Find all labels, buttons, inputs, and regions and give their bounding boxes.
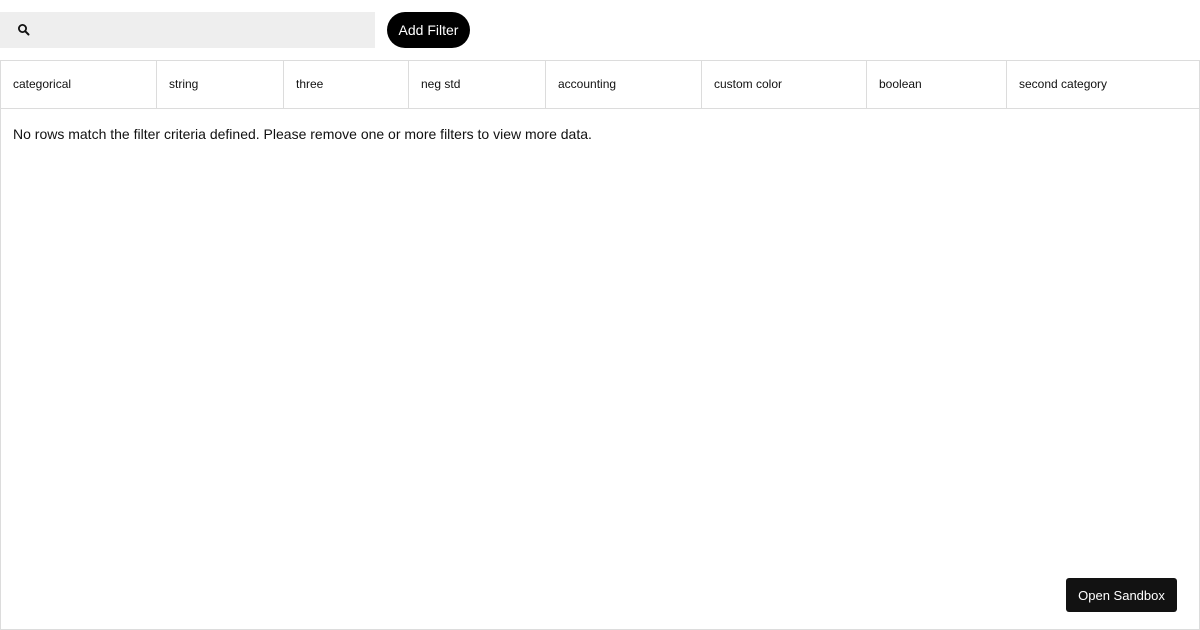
empty-state-message: No rows match the filter criteria define… xyxy=(13,126,592,142)
search-input[interactable] xyxy=(40,12,365,48)
search-icon xyxy=(18,24,30,36)
column-header-three[interactable]: three xyxy=(284,61,409,108)
search-box[interactable] xyxy=(0,12,375,48)
column-header-string[interactable]: string xyxy=(157,61,284,108)
column-header-accounting[interactable]: accounting xyxy=(546,61,702,108)
data-grid: categorical string three neg std account… xyxy=(0,60,1200,630)
add-filter-button[interactable]: Add Filter xyxy=(387,12,470,48)
column-header-boolean[interactable]: boolean xyxy=(867,61,1007,108)
toolbar: Add Filter xyxy=(0,12,1200,48)
column-header-second-category[interactable]: second category xyxy=(1007,61,1199,108)
column-header-custom-color[interactable]: custom color xyxy=(702,61,867,108)
grid-header-row: categorical string three neg std account… xyxy=(1,61,1199,109)
open-sandbox-button[interactable]: Open Sandbox xyxy=(1066,578,1177,612)
column-header-neg-std[interactable]: neg std xyxy=(409,61,546,108)
column-header-categorical[interactable]: categorical xyxy=(1,61,157,108)
